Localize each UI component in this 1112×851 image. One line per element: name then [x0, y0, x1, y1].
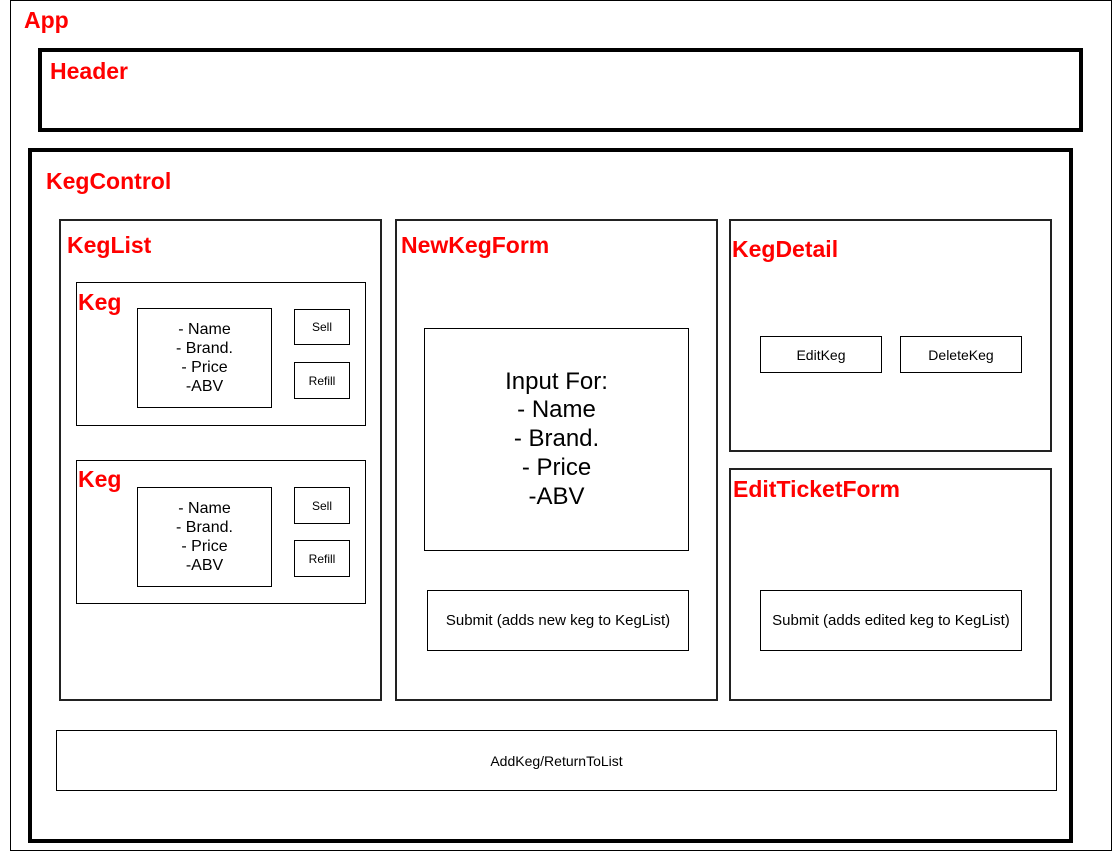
add-keg-return-button[interactable]: AddKeg/ReturnToList	[56, 730, 1057, 791]
keg-field-price: - Price	[181, 359, 228, 376]
edit-keg-submit-button[interactable]: Submit (adds edited keg to KegList)	[760, 590, 1022, 651]
keg-fields: - Name - Brand. - Price -ABV	[137, 487, 272, 587]
keg-control-label: KegControl	[46, 168, 172, 194]
edit-keg-button[interactable]: EditKeg	[760, 336, 882, 373]
component-diagram: { "app": { "label": "App" }, "header": {…	[0, 0, 1112, 851]
input-for-heading: Input For:	[505, 367, 608, 395]
new-keg-form-label: NewKegForm	[401, 232, 550, 258]
input-field-name: - Name	[517, 396, 596, 424]
sell-button[interactable]: Sell	[294, 487, 350, 524]
keg-field-name: - Name	[178, 320, 231, 338]
refill-button[interactable]: Refill	[294, 540, 350, 577]
new-keg-submit-button[interactable]: Submit (adds new keg to KegList)	[427, 590, 689, 651]
keg-label: Keg	[78, 289, 122, 315]
input-field-abv: -ABV	[528, 482, 585, 510]
keg-field-brand: - Brand.	[176, 339, 233, 357]
keg-field-name: - Name	[178, 499, 231, 517]
sell-button[interactable]: Sell	[294, 309, 350, 345]
keg-field-abv: -ABV	[185, 378, 224, 396]
edit-ticket-form-label: EditTicketForm	[733, 476, 900, 502]
refill-button[interactable]: Refill	[294, 362, 350, 399]
keg-field-brand: - Brand.	[176, 518, 233, 536]
new-keg-input-area[interactable]: Input For: - Name - Brand. - Price -ABV	[424, 328, 689, 551]
input-field-price: - Price	[521, 453, 592, 481]
keg-list-label: KegList	[67, 232, 152, 258]
keg-detail-label: KegDetail	[732, 236, 839, 262]
header-label: Header	[50, 58, 128, 84]
keg-label: Keg	[78, 466, 122, 492]
keg-field-price: - Price	[181, 538, 228, 555]
keg-fields: - Name - Brand. - Price -ABV	[137, 308, 272, 408]
delete-keg-button[interactable]: DeleteKeg	[900, 336, 1022, 373]
keg-field-abv: -ABV	[185, 557, 224, 575]
header-box	[38, 48, 1083, 132]
input-field-brand: - Brand.	[513, 425, 600, 453]
app-label: App	[24, 7, 69, 33]
